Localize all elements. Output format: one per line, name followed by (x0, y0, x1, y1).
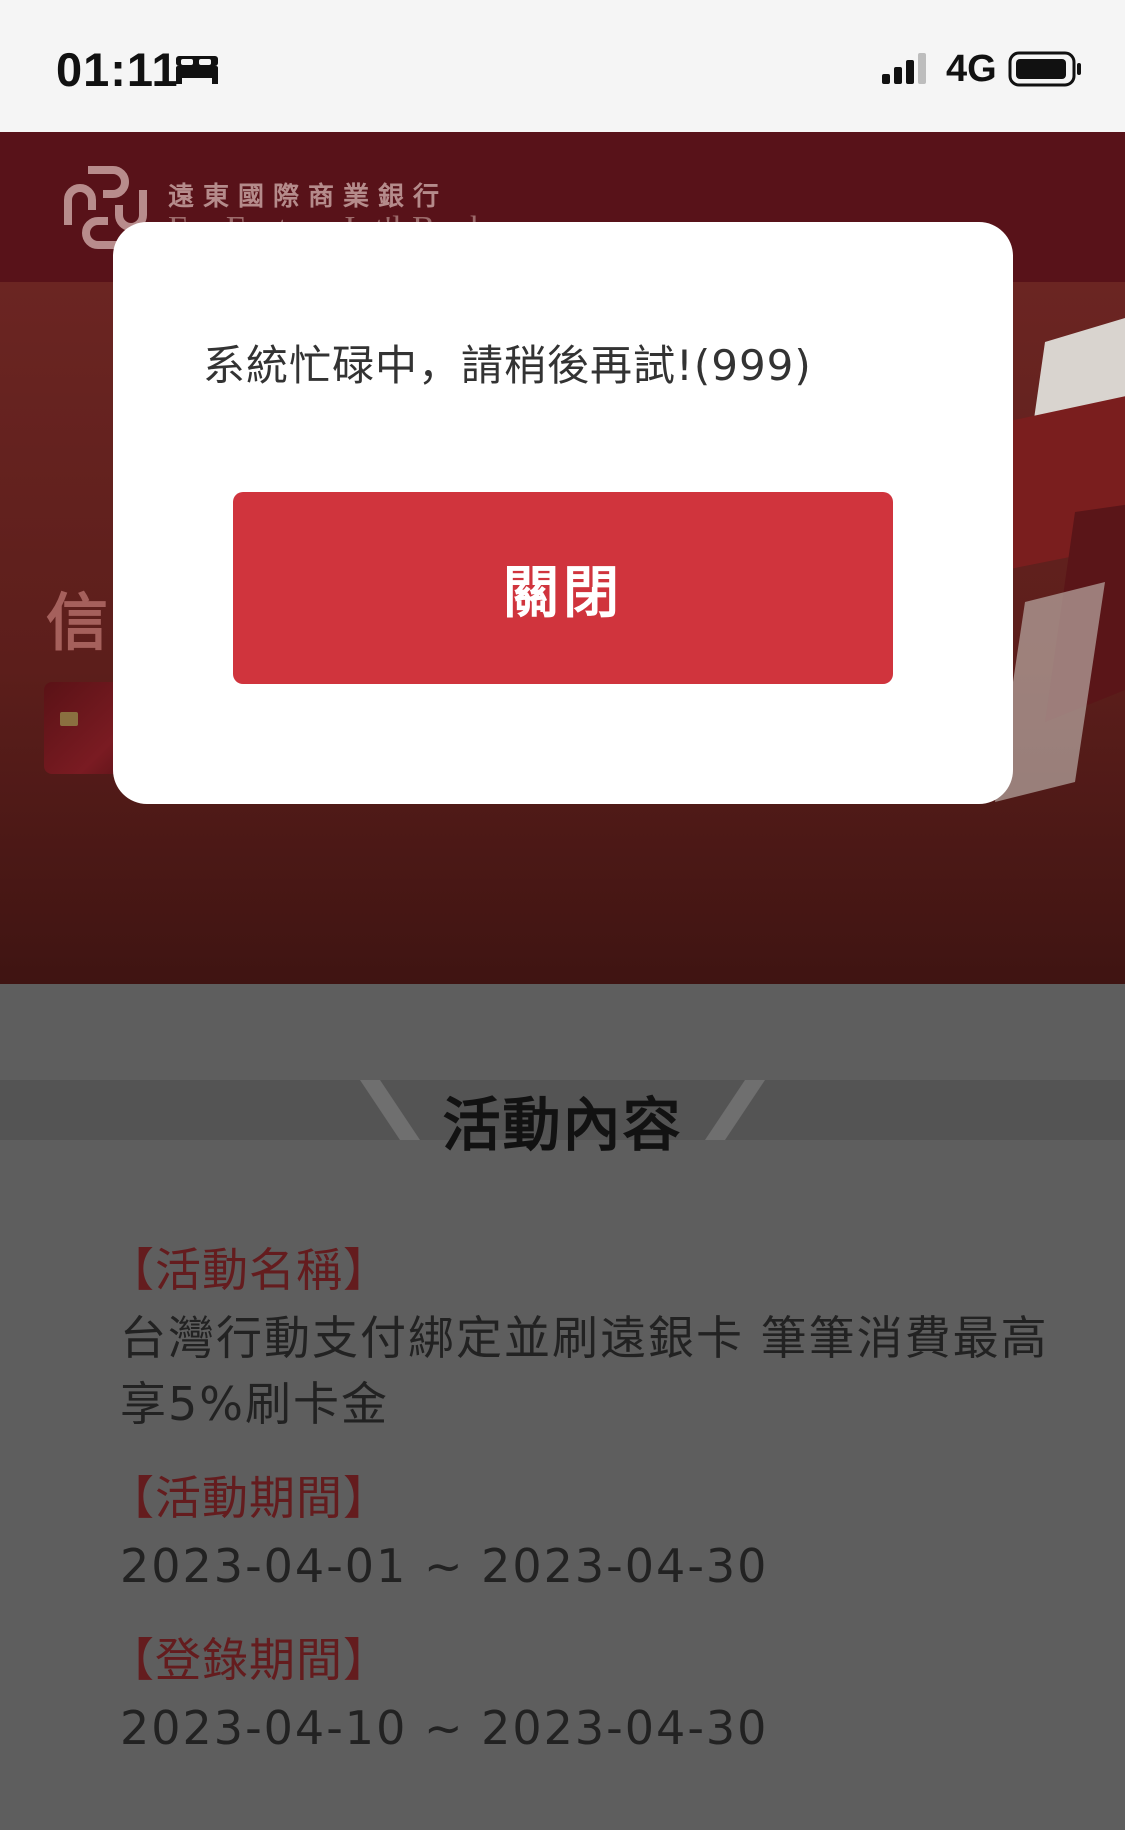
section-title: 活動內容 (442, 1091, 683, 1159)
activity-period-block: 【活動期間】 2023-04-01 ~ 2023-04-30 (108, 1463, 1088, 1599)
signal-bars-icon (882, 53, 926, 84)
info-value: 台灣行動支付綁定並刷遠銀卡 筆筆消費最高享5%刷卡金 (120, 1311, 1049, 1431)
card-chip-icon (60, 712, 78, 726)
bank-name-zh: 遠東國際商業銀行 (168, 182, 449, 212)
info-label: 【活動期間】 (108, 1471, 390, 1525)
info-value: 2023-04-10 ~ 2023-04-30 (120, 1701, 769, 1755)
activity-details: 【活動名稱】 台灣行動支付綁定並刷遠銀卡 筆筆消費最高享5%刷卡金 【活動期間】… (108, 1235, 1088, 1787)
info-label: 【登錄期間】 (108, 1633, 390, 1687)
activity-name-block: 【活動名稱】 台灣行動支付綁定並刷遠銀卡 筆筆消費最高享5%刷卡金 (108, 1235, 1088, 1437)
info-value: 2023-04-01 ~ 2023-04-30 (120, 1539, 769, 1593)
close-button[interactable]: 關閉 (233, 492, 893, 684)
banner-title: 信 (46, 586, 109, 659)
error-dialog: 系統忙碌中，請稍後再試!(999) 關閉 (113, 222, 1013, 804)
status-bar: 01:11 4G (0, 0, 1125, 132)
dialog-message: 系統忙碌中，請稍後再試!(999) (203, 341, 812, 390)
status-time: 01:11 (56, 43, 179, 96)
network-label: 4G (946, 48, 997, 90)
info-label: 【活動名稱】 (108, 1243, 390, 1297)
battery-icon (1008, 51, 1081, 87)
registration-period-block: 【登錄期間】 2023-04-10 ~ 2023-04-30 (108, 1625, 1088, 1761)
bed-icon (176, 56, 218, 84)
